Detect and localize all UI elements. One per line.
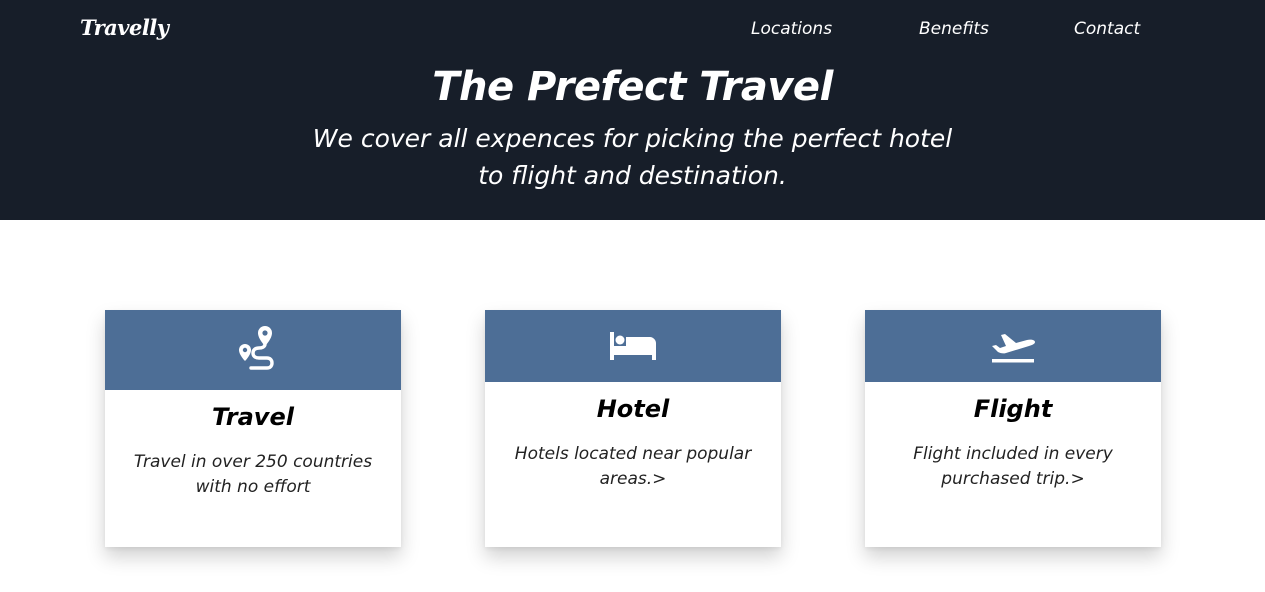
card-title: Hotel	[596, 395, 670, 423]
hero-header: Travelly Locations Benefits Contact The …	[0, 0, 1265, 220]
brand-logo[interactable]: Travelly	[80, 15, 169, 40]
feature-card-hotel[interactable]: Hotel Hotels located near popular areas.…	[485, 310, 781, 547]
card-title: Travel	[212, 403, 294, 431]
card-header	[865, 310, 1161, 382]
feature-card-flight[interactable]: Flight Flight included in every purchase…	[865, 310, 1161, 547]
card-header	[105, 310, 401, 390]
nav-link-contact[interactable]: Contact	[1074, 19, 1140, 39]
feature-card-travel[interactable]: Travel Travel in over 250 countries with…	[105, 310, 401, 547]
nav-link-locations[interactable]: Locations	[751, 19, 832, 39]
card-description: Hotels located near popular areas.>	[514, 444, 752, 489]
card-description: Travel in over 250 countries with no eff…	[133, 452, 373, 497]
hero-subtitle: We cover all expences for picking the pe…	[312, 124, 953, 190]
card-title: Flight	[973, 395, 1053, 423]
plane-departure-icon	[992, 334, 1035, 363]
bed-icon	[610, 332, 656, 360]
nav-link-benefits[interactable]: Benefits	[919, 19, 989, 39]
card-description: Flight included in every purchased trip.…	[913, 444, 1113, 489]
route-icon	[239, 326, 274, 370]
card-header	[485, 310, 781, 382]
hero-title: The Prefect Travel	[432, 64, 833, 110]
